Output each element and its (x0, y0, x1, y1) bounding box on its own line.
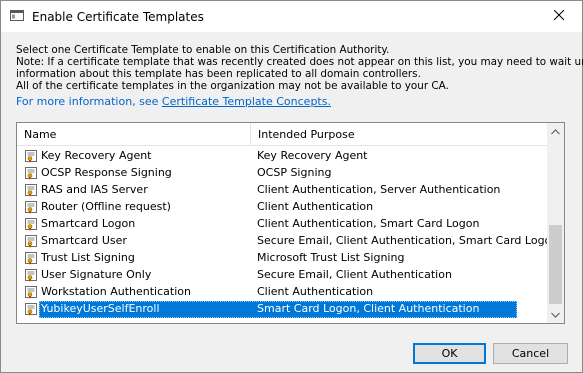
cancel-button[interactable]: Cancel (493, 343, 568, 364)
template-name: Smartcard Logon (41, 217, 136, 230)
certificate-template-icon (24, 166, 38, 180)
close-icon (553, 9, 565, 23)
template-intended-purpose: Client Authentication (257, 285, 374, 298)
template-intended-purpose: Client Authentication, Smart Card Logon (257, 217, 480, 230)
list-item[interactable]: User Signature Only Secure Email, Client … (17, 267, 547, 284)
list-item[interactable]: Router (Offline request) Client Authentic… (17, 199, 547, 216)
list-item[interactable]: YubikeyUserSelfEnroll Smart Card Logon, C… (17, 301, 547, 318)
close-button[interactable] (536, 1, 582, 32)
list-header: Name Intended Purpose (17, 123, 547, 146)
template-intended-purpose: Key Recovery Agent (257, 149, 368, 162)
template-name: Router (Offline request) (41, 200, 171, 213)
certificate-template-concepts-link[interactable]: Certificate Template Concepts. (162, 95, 331, 108)
scroll-up-button[interactable] (547, 123, 564, 140)
more-info-prefix: For more information, see (16, 95, 162, 108)
list-item[interactable]: RAS and IAS Server Client Authentication,… (17, 182, 547, 199)
description-line: information about this template has been… (16, 68, 421, 80)
certificate-template-icon (24, 217, 38, 231)
certificate-template-icon (24, 285, 38, 299)
template-name: YubikeyUserSelfEnroll (41, 302, 160, 315)
scrollbar-thumb[interactable] (549, 225, 562, 304)
description-line: Select one Certificate Template to enabl… (16, 44, 390, 56)
window-title: Enable Certificate Templates (32, 10, 204, 24)
certificate-template-icon (24, 200, 38, 214)
template-name: Trust List Signing (41, 251, 135, 264)
column-header-label: Intended Purpose (258, 128, 355, 141)
template-name: OCSP Response Signing (41, 166, 172, 179)
description-line: All of the certificate templates in the … (16, 80, 449, 92)
certificate-template-icon (24, 149, 38, 163)
more-info-line: For more information, see Certificate Te… (16, 95, 331, 108)
list-item[interactable]: Smartcard Logon Client Authentication, Sm… (17, 216, 547, 233)
template-intended-purpose: OCSP Signing (257, 166, 332, 179)
template-name: Smartcard User (41, 234, 127, 247)
scroll-down-button[interactable] (547, 306, 564, 323)
certificate-template-icon (24, 251, 38, 265)
certificate-template-icon (24, 234, 38, 248)
certificate-template-icon (24, 302, 38, 316)
template-name: RAS and IAS Server (41, 183, 148, 196)
vertical-scrollbar[interactable] (547, 123, 564, 323)
description-line: Note: If a certificate template that was… (16, 56, 583, 68)
list-item[interactable]: Smartcard User Secure Email, Client Authe… (17, 233, 558, 250)
template-name: Workstation Authentication (41, 285, 191, 298)
list-item[interactable]: Key Recovery Agent Key Recovery Agent (17, 148, 547, 165)
certificate-template-icon (24, 183, 38, 197)
template-intended-purpose: Smart Card Logon, Client Authentication (257, 302, 480, 315)
template-intended-purpose: Secure Email, Client Authentication, Sma… (257, 234, 559, 247)
template-intended-purpose: Secure Email, Client Authentication (257, 268, 452, 281)
certificate-template-list[interactable]: Name Intended Purpose Key Recovery Agent… (16, 122, 565, 324)
list-item[interactable]: Trust List Signing Microsoft Trust List S… (17, 250, 547, 267)
title-bar[interactable]: Enable Certificate Templates (1, 1, 582, 32)
template-name: User Signature Only (41, 268, 152, 281)
certificate-template-icon (24, 268, 38, 282)
template-intended-purpose: Microsoft Trust List Signing (257, 251, 405, 264)
column-header-name[interactable]: Name (17, 123, 251, 145)
list-item[interactable]: OCSP Response Signing OCSP Signing (17, 165, 547, 182)
list-rows: Key Recovery Agent Key Recovery Agent OCSP… (17, 148, 558, 318)
chevron-up-icon (551, 125, 560, 138)
template-name: Key Recovery Agent (41, 149, 152, 162)
column-header-label: Name (24, 128, 57, 141)
description-text: Select one Certificate Template to enabl… (16, 44, 583, 92)
list-item[interactable]: Workstation Authentication Client Authent… (17, 284, 547, 301)
enable-certificate-templates-dialog: Enable Certificate Templates Select one … (0, 0, 583, 373)
template-intended-purpose: Client Authentication, Server Authentica… (257, 183, 501, 196)
ok-button[interactable]: OK (413, 343, 486, 364)
template-intended-purpose: Client Authentication (257, 200, 374, 213)
dialog-window-icon (10, 10, 24, 21)
chevron-down-icon (551, 308, 560, 321)
column-header-intended-purpose[interactable]: Intended Purpose (251, 123, 547, 145)
